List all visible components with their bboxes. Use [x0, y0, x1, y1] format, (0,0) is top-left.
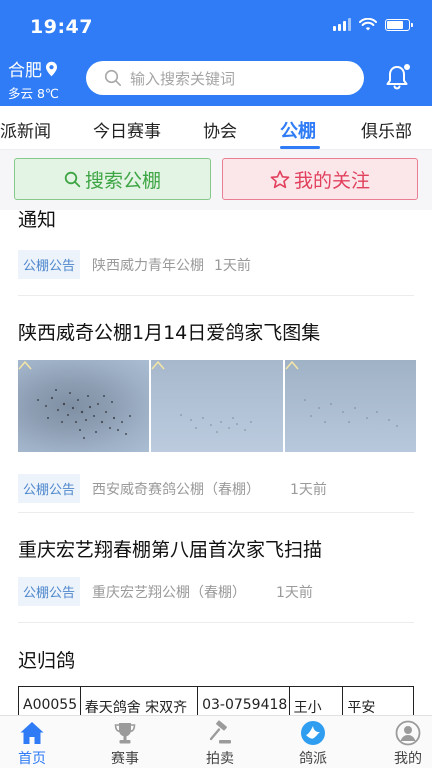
item-source: 陕西威力青年公棚	[92, 257, 205, 274]
item-time: 1天前	[290, 481, 327, 498]
category-tag: 公棚公告	[18, 474, 81, 503]
location-selector[interactable]: 合肥 多云 8℃	[8, 56, 59, 102]
location-pin-icon	[46, 61, 57, 76]
wifi-icon	[359, 18, 377, 31]
item-source: 西安威奇赛鸽公棚（春棚）	[92, 481, 261, 498]
nav-pigeon-community[interactable]: 鸽派	[283, 720, 343, 768]
watermark-icon	[18, 360, 32, 370]
profile-icon	[395, 720, 421, 746]
list-item[interactable]: 通知 公棚公告 陕西威力青年公棚 1天前	[0, 210, 432, 296]
search-placeholder: 输入搜索关键词	[130, 69, 236, 88]
category-tag: 公棚公告	[18, 250, 81, 279]
item-meta: 公棚公告 重庆宏艺翔公棚（春棚） 1天前	[18, 577, 313, 606]
item-title: 重庆宏艺翔春棚第八届首次家飞扫描	[18, 539, 323, 561]
late-pigeon-table: A00055 春天鸽舍 宋双齐 03-0759418 王小 平安	[18, 686, 414, 715]
category-tag: 公棚公告	[18, 577, 81, 606]
search-icon	[64, 171, 81, 187]
trophy-icon	[114, 723, 136, 744]
search-lofts-label: 搜索公棚	[84, 169, 161, 192]
app-header: 19:47 合肥 多云 8℃ 输入搜索关键词	[0, 0, 432, 106]
active-tab-indicator	[280, 146, 320, 149]
gavel-icon	[209, 720, 231, 744]
item-meta: 公棚公告 陕西威力青年公棚 1天前	[18, 250, 251, 279]
status-bar: 19:47	[0, 0, 432, 52]
cellular-signal-icon	[333, 18, 351, 31]
category-tabs: 派新闻 今日赛事 协会 公棚 俱乐部	[0, 106, 432, 150]
flock-photo[interactable]	[284, 360, 416, 452]
search-icon	[104, 69, 122, 87]
nav-label: 我的	[394, 751, 422, 767]
nav-home[interactable]: 首页	[2, 720, 62, 768]
item-time: 1天前	[276, 584, 313, 601]
nav-profile[interactable]: 我的	[378, 720, 432, 768]
status-time: 19:47	[30, 16, 93, 38]
watermark-icon	[285, 360, 299, 370]
pigeon-icon	[301, 721, 325, 745]
item-source: 重庆宏艺翔公棚（春棚）	[92, 584, 247, 601]
tab-news[interactable]: 派新闻	[0, 117, 51, 142]
item-time: 1天前	[214, 257, 251, 274]
nav-label: 首页	[18, 751, 46, 767]
table-cell: 03-0759418	[198, 687, 290, 715]
nav-races[interactable]: 赛事	[95, 720, 155, 768]
weather-text: 多云 8℃	[8, 86, 59, 101]
home-icon	[20, 722, 44, 744]
nav-label: 鸽派	[299, 751, 327, 767]
list-item[interactable]: 陕西威奇公棚1月14日爱鸽家飞图集 公棚公告 西安威奇赛鸽公棚（春棚） 1天前	[0, 296, 432, 513]
tab-lofts[interactable]: 公棚	[280, 117, 316, 143]
flock-photo[interactable]	[151, 360, 283, 452]
photo-gallery	[18, 360, 416, 452]
nav-label: 赛事	[111, 751, 139, 767]
status-icons	[333, 18, 413, 31]
news-feed: 通知 公棚公告 陕西威力青年公棚 1天前 陕西威奇公棚1月14日爱鸽家飞图集 公…	[0, 210, 432, 715]
search-input[interactable]: 输入搜索关键词	[86, 61, 364, 95]
item-title: 迟归鸽	[18, 650, 76, 672]
bottom-nav: 首页 赛事 拍卖 鸽派 我的	[0, 715, 432, 768]
tab-clubs[interactable]: 俱乐部	[361, 117, 412, 142]
nav-auction[interactable]: 拍卖	[190, 720, 250, 768]
battery-icon	[385, 18, 413, 31]
list-item[interactable]: 重庆宏艺翔春棚第八届首次家飞扫描 公棚公告 重庆宏艺翔公棚（春棚） 1天前	[0, 513, 432, 623]
my-follows-button[interactable]: 我的关注	[222, 158, 418, 200]
table-cell: 春天鸽舍 宋双齐	[81, 687, 199, 715]
star-outline-icon	[270, 169, 290, 188]
app-screen: 19:47 合肥 多云 8℃ 输入搜索关键词 派新闻 今日赛事 协会 公棚 俱乐…	[0, 0, 432, 768]
item-title: 通知	[18, 210, 57, 231]
tab-association[interactable]: 协会	[203, 117, 237, 142]
table-cell: 平安	[347, 700, 376, 715]
action-bar: 搜索公棚 我的关注	[0, 150, 432, 210]
table-cell: 王小	[290, 687, 344, 715]
item-title: 陕西威奇公棚1月14日爱鸽家飞图集	[18, 322, 321, 344]
notification-bell-icon[interactable]	[384, 62, 412, 92]
table-cell: A00055	[19, 687, 81, 715]
my-follows-label: 我的关注	[293, 169, 370, 192]
flock-photo[interactable]	[18, 360, 150, 452]
search-lofts-button[interactable]: 搜索公棚	[14, 158, 211, 200]
tab-today-races[interactable]: 今日赛事	[93, 117, 161, 142]
city-name: 合肥	[8, 61, 42, 81]
item-meta: 公棚公告 西安威奇赛鸽公棚（春棚） 1天前	[18, 474, 327, 503]
watermark-icon	[151, 360, 165, 370]
nav-label: 拍卖	[206, 751, 234, 767]
